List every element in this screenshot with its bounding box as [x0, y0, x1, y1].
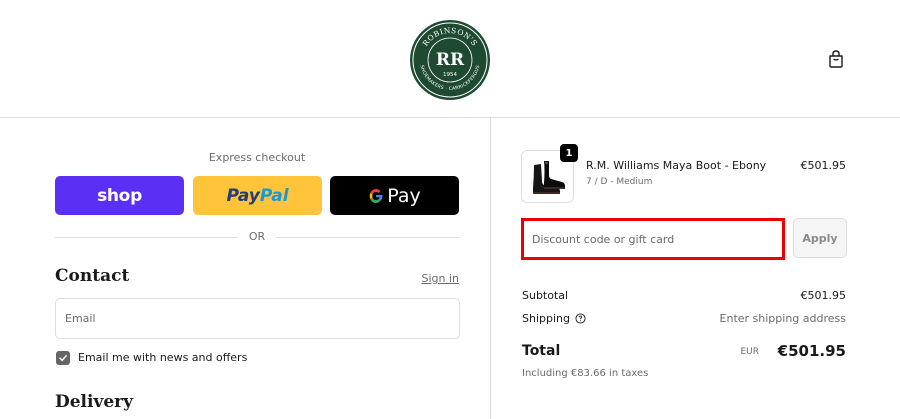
- product-name: R.M. Williams Maya Boot - Ebony: [586, 159, 767, 172]
- checkout-form: Express checkout shop Pay Pal Pay OR Cont…: [0, 118, 490, 419]
- svg-text:1954: 1954: [443, 72, 457, 78]
- paypal-button[interactable]: Pay Pal: [193, 176, 322, 215]
- svg-text:RR: RR: [436, 50, 465, 70]
- or-divider: OR: [55, 230, 459, 244]
- sign-in-link[interactable]: Sign in: [421, 272, 459, 285]
- product-variant: 7 / D - Medium: [586, 177, 653, 187]
- shipping-row: Shipping: [522, 312, 586, 325]
- paypal-label-pal: Pal: [259, 185, 289, 206]
- total-label: Total: [522, 343, 561, 359]
- subtotal-label: Subtotal: [522, 289, 569, 302]
- currency-code: EUR: [740, 347, 759, 357]
- total-amount: €501.95: [777, 342, 846, 360]
- check-icon: [59, 355, 67, 362]
- apply-button[interactable]: Apply: [793, 218, 847, 258]
- subtotal-value: €501.95: [800, 289, 847, 302]
- discount-code-input[interactable]: [522, 219, 784, 259]
- shipping-label: Shipping: [522, 312, 570, 325]
- order-summary: 1 R.M. Williams Maya Boot - Ebony 7 / D …: [490, 118, 900, 419]
- header: ROBINSON'S SHOEMAKERS · CARRICKFERGUS RR…: [0, 0, 900, 118]
- tax-note: Including €83.66 in taxes: [522, 368, 649, 379]
- shopping-bag-icon[interactable]: [826, 49, 846, 69]
- shop-pay-label: shop: [97, 185, 142, 206]
- news-offers-checkbox[interactable]: [56, 351, 70, 365]
- quantity-badge: 1: [560, 144, 578, 162]
- paypal-label-pay: Pay: [226, 185, 260, 206]
- news-offers-label: Email me with news and offers: [78, 351, 248, 364]
- product-price: €501.95: [800, 159, 847, 172]
- robinsons-logo[interactable]: ROBINSON'S SHOEMAKERS · CARRICKFERGUS RR…: [409, 19, 491, 101]
- shop-pay-button[interactable]: shop: [55, 176, 184, 215]
- help-icon[interactable]: [575, 313, 586, 324]
- google-pay-button[interactable]: Pay: [330, 176, 459, 215]
- express-checkout-label: Express checkout: [208, 151, 306, 164]
- google-g-icon: [369, 188, 383, 203]
- contact-heading: Contact: [55, 266, 130, 286]
- delivery-heading: Delivery: [55, 392, 134, 412]
- divider-line: [276, 237, 459, 238]
- google-pay-label: Pay: [387, 184, 421, 207]
- shipping-value: Enter shipping address: [719, 312, 846, 325]
- email-field[interactable]: [55, 298, 460, 339]
